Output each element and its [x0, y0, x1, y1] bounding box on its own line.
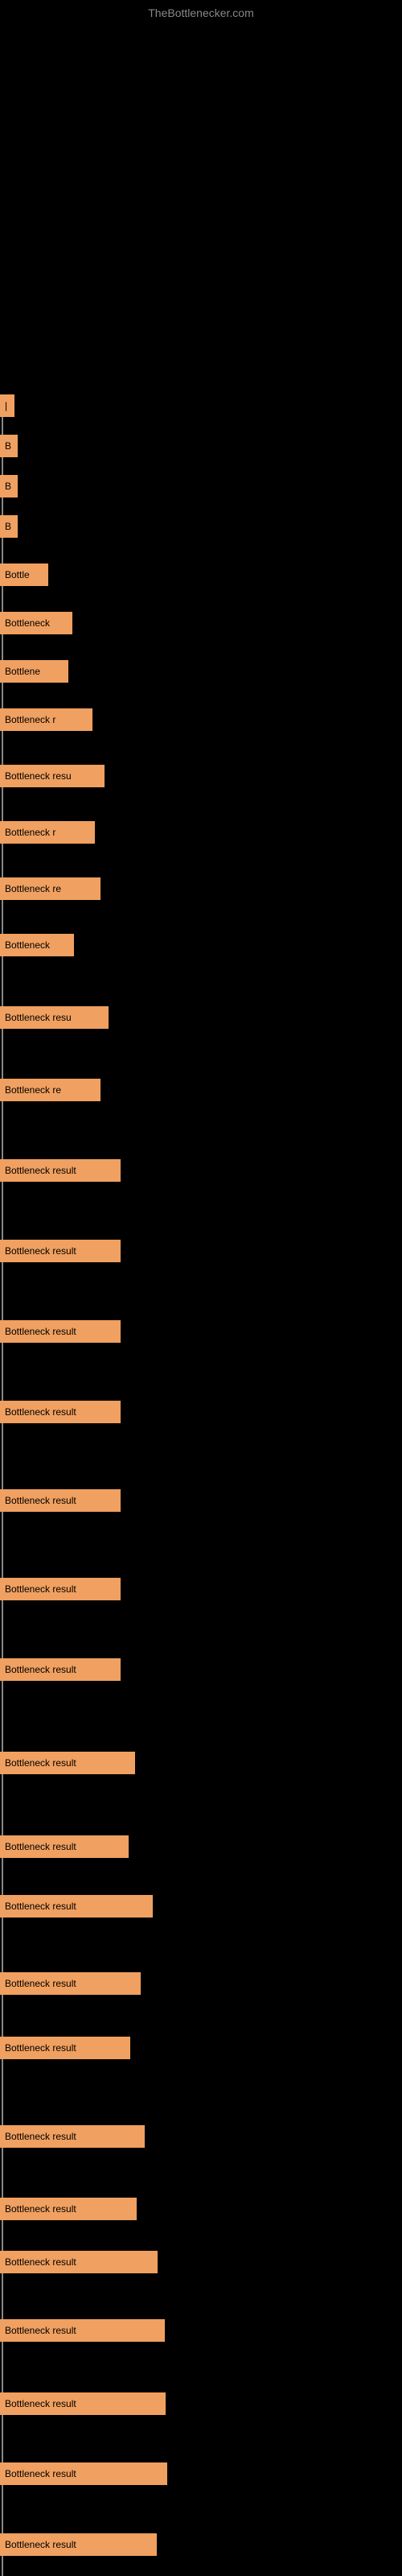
result-bar-row: Bottleneck result — [0, 1578, 121, 1600]
site-title-container: TheBottlenecker.com — [0, 0, 402, 23]
bottleneck-result-bar: Bottleneck result — [0, 1240, 121, 1262]
site-title: TheBottlenecker.com — [0, 0, 402, 23]
bottleneck-result-bar: Bottleneck result — [0, 2198, 137, 2220]
bottleneck-result-bar: Bottleneck result — [0, 1159, 121, 1182]
bottleneck-result-bar: Bottleneck resu — [0, 1006, 109, 1029]
result-bar-row: Bottleneck r — [0, 821, 95, 844]
result-bar-row: Bottleneck result — [0, 2037, 130, 2059]
bottleneck-result-bar: B — [0, 515, 18, 538]
bottleneck-result-bar: Bottle — [0, 564, 48, 586]
result-bar-row: Bottleneck re — [0, 1079, 100, 1101]
bottleneck-result-bar: Bottlene — [0, 660, 68, 683]
bottleneck-result-bar: Bottleneck — [0, 612, 72, 634]
result-bar-row: Bottleneck r — [0, 708, 92, 731]
result-bar-row: Bottlene — [0, 660, 68, 683]
bottleneck-result-bar: Bottleneck result — [0, 2392, 166, 2415]
result-bar-row: Bottleneck — [0, 934, 74, 956]
bottleneck-result-bar: Bottleneck resu — [0, 765, 105, 787]
result-bar-row: Bottleneck result — [0, 1159, 121, 1182]
bottleneck-result-bar: Bottleneck r — [0, 708, 92, 731]
result-bar-row: Bottleneck result — [0, 1240, 121, 1262]
result-bar-row: B — [0, 475, 18, 497]
result-bar-row: Bottleneck result — [0, 1835, 129, 1858]
result-bar-row: Bottleneck result — [0, 1401, 121, 1423]
bottleneck-result-bar: Bottleneck result — [0, 1578, 121, 1600]
bottleneck-result-bar: Bottleneck result — [0, 2462, 167, 2485]
bottleneck-result-bar: Bottleneck re — [0, 1079, 100, 1101]
bottleneck-result-bar: Bottleneck result — [0, 2037, 130, 2059]
result-bar-row: Bottleneck result — [0, 1489, 121, 1512]
bottleneck-result-bar: Bottleneck result — [0, 1895, 153, 1918]
bottleneck-result-bar: Bottleneck result — [0, 1489, 121, 1512]
bottleneck-result-bar: Bottleneck re — [0, 877, 100, 900]
result-bar-row: B — [0, 515, 18, 538]
result-bar-row: Bottleneck result — [0, 2533, 157, 2556]
bottleneck-result-bar: Bottleneck result — [0, 1835, 129, 1858]
result-bar-row: Bottleneck — [0, 612, 72, 634]
bottleneck-result-bar: Bottleneck — [0, 934, 74, 956]
bottleneck-result-bar: B — [0, 475, 18, 497]
bottleneck-result-bar: Bottleneck result — [0, 1752, 135, 1774]
bottleneck-result-bar: Bottleneck result — [0, 1401, 121, 1423]
bottleneck-result-bar: Bottleneck result — [0, 2251, 158, 2273]
result-bar-row: Bottleneck result — [0, 2462, 167, 2485]
bottleneck-result-bar: Bottleneck result — [0, 1658, 121, 1681]
result-bar-row: Bottleneck result — [0, 2319, 165, 2342]
result-bar-row: Bottleneck result — [0, 1658, 121, 1681]
result-bar-row: Bottleneck re — [0, 877, 100, 900]
bottleneck-result-bar: Bottleneck result — [0, 1320, 121, 1343]
result-bar-row: | — [0, 394, 14, 417]
bottleneck-result-bar: | — [0, 394, 14, 417]
result-bar-row: Bottle — [0, 564, 48, 586]
result-bar-row: Bottleneck resu — [0, 765, 105, 787]
result-bar-row: Bottleneck result — [0, 2198, 137, 2220]
result-bar-row: Bottleneck result — [0, 1895, 153, 1918]
bottleneck-result-bar: Bottleneck result — [0, 2533, 157, 2556]
bottleneck-result-bar: Bottleneck result — [0, 1972, 141, 1995]
result-bar-row: Bottleneck result — [0, 1320, 121, 1343]
result-bar-row: Bottleneck resu — [0, 1006, 109, 1029]
bottleneck-result-bar: Bottleneck result — [0, 2125, 145, 2148]
result-bar-row: Bottleneck result — [0, 1752, 135, 1774]
bottleneck-result-bar: Bottleneck r — [0, 821, 95, 844]
result-bar-row: B — [0, 435, 18, 457]
result-bar-row: Bottleneck result — [0, 2392, 166, 2415]
bottleneck-result-bar: Bottleneck result — [0, 2319, 165, 2342]
result-bar-row: Bottleneck result — [0, 2125, 145, 2148]
result-bar-row: Bottleneck result — [0, 1972, 141, 1995]
result-bar-row: Bottleneck result — [0, 2251, 158, 2273]
bottleneck-result-bar: B — [0, 435, 18, 457]
